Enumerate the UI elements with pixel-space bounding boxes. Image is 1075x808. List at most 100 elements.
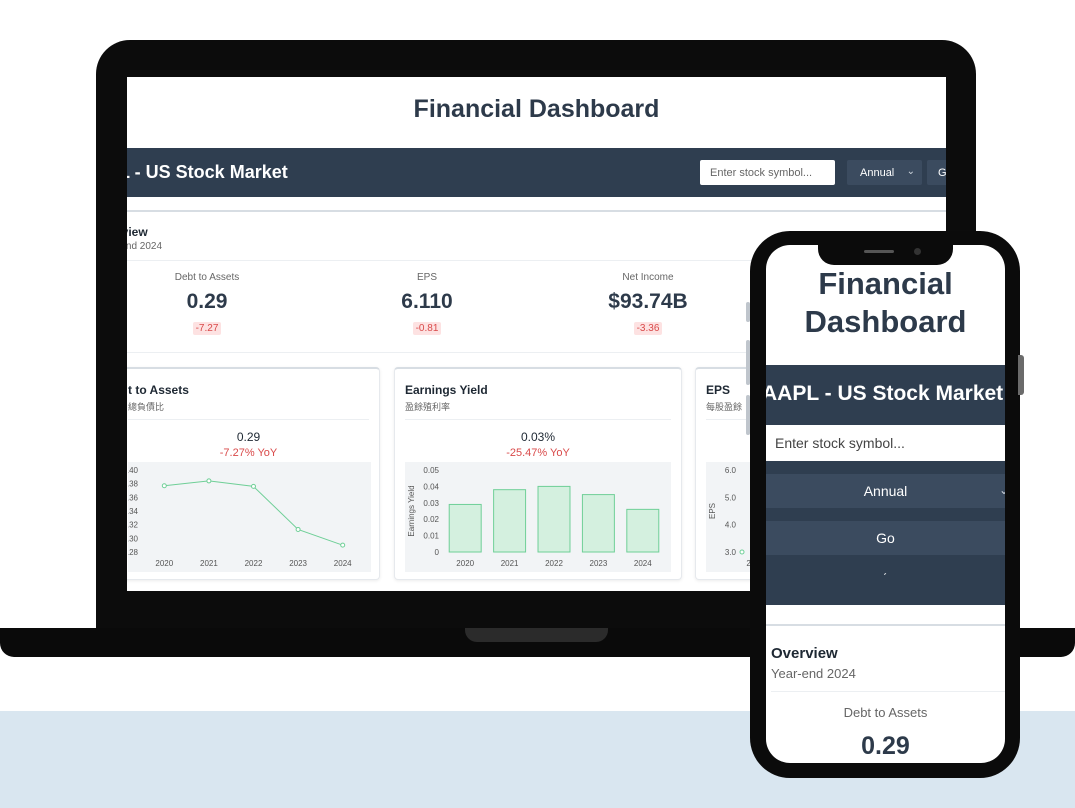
data-point (206, 478, 212, 484)
kpi-net-income: Net Income $93.74B -3.36 (558, 272, 738, 336)
y-tick-label: 0.02 (423, 515, 439, 524)
kpi-value: $93.74B (608, 290, 688, 313)
phone-go-button[interactable]: Go (766, 521, 1005, 555)
overview-subtitle: -end 2024 (127, 241, 163, 252)
phone-section-divider (766, 624, 1005, 626)
kpi-value: 6.110 (401, 290, 453, 313)
loading-spinner-icon: ˊ (883, 571, 887, 585)
laptop-notch (465, 628, 608, 642)
phone-camera (914, 248, 921, 255)
x-tick-label: 2021 (200, 559, 218, 568)
phone-side-button (1018, 355, 1024, 395)
y-tick-label: 5.0 (725, 493, 737, 502)
phone-symbol-input[interactable]: Enter stock symbol... (766, 425, 1005, 461)
kpi-value: 0.29 (186, 290, 228, 313)
go-button[interactable]: G (927, 160, 946, 185)
phone-market-title: AAPL - US Stock Market (766, 382, 1004, 405)
phone-kpi-value: 0.29 (861, 732, 910, 760)
data-point (739, 549, 745, 555)
y-tick-label: .28 (128, 548, 139, 557)
bar (537, 485, 571, 553)
phone-period-label: Annual (863, 483, 908, 499)
card-title: Earnings Yield (405, 383, 488, 397)
market-title: PL - US Stock Market (127, 162, 288, 182)
y-tick-label: .34 (128, 507, 139, 516)
section-divider (127, 210, 946, 212)
debt-to-assets-chart: .40 .38 .36 .34 .32 .30 .28 2020 2021 2022 2023 202… (128, 462, 371, 572)
chart-card-earnings-yield: Earnings Yield 盈餘殖利率 0.03% -25.47% YoY 0… (394, 367, 682, 580)
phone-overview-divider (771, 691, 1005, 692)
card-title: t to Assets (128, 383, 189, 397)
bar (448, 503, 482, 553)
data-point (295, 526, 301, 532)
card-subtitle: 盈餘殖利率 (405, 402, 451, 412)
kpi-label: EPS (416, 272, 437, 283)
card-value: 0.29 (236, 430, 261, 444)
card-divider (405, 419, 671, 420)
period-select[interactable]: Annual ⌄ (847, 160, 922, 185)
phone-kpi-label: Debt to Assets (843, 705, 928, 720)
y-tick-label: 0.03 (423, 499, 439, 508)
chevron-down-icon: ⌄ (906, 166, 915, 177)
bar (581, 494, 615, 553)
phone-page-title: Financial Dashboard (804, 266, 967, 339)
kpi-eps: EPS 6.110 -0.81 (337, 272, 517, 336)
y-tick-label: 0.05 (423, 466, 439, 475)
kpi-debt-to-assets: Debt to Assets 0.29 -7.27 (127, 272, 297, 336)
kpi-change: -0.81 (412, 322, 442, 335)
y-axis-label: EPS (708, 503, 717, 519)
header-bar: PL - US Stock Market Enter stock symbol.… (127, 148, 946, 197)
chevron-down-icon: ⌄ (998, 483, 1005, 497)
x-tick-label: 2023 (590, 559, 608, 568)
y-tick-label: .32 (128, 521, 139, 530)
y-tick-label: 4.0 (725, 521, 737, 530)
phone-speaker (864, 250, 894, 253)
data-point (251, 483, 256, 489)
x-tick-label: 2021 (501, 559, 519, 568)
symbol-input[interactable]: Enter stock symbol... (700, 160, 835, 185)
series-line (164, 480, 343, 546)
bar (626, 508, 660, 553)
y-axis-label: Earnings Yield (407, 485, 416, 536)
y-tick-label: 3.0 (725, 548, 737, 557)
page-title: Financial Dashboard (413, 95, 660, 123)
data-point (340, 542, 346, 548)
y-tick-label: .38 (128, 480, 139, 489)
device-mockup-scene: Financial Dashboard PL - US Stock Market… (0, 0, 1075, 808)
card-divider (128, 419, 369, 420)
card-subtitle: 每股盈餘 (706, 402, 743, 412)
card-value: 0.03% (520, 430, 556, 444)
phone-overview-title: Overview (771, 645, 838, 662)
overview-title: rview (127, 225, 148, 239)
phone-overview-subtitle: Year-end 2024 (771, 666, 856, 681)
x-tick-label: 2020 (155, 559, 173, 568)
y-tick-label: .36 (128, 493, 139, 502)
earnings-yield-chart: 0.05 0.04 0.03 0.02 0.01 0 Earnings Yield 2020 2… (405, 462, 671, 572)
phone-period-select[interactable]: Annual ⌄ (766, 474, 1005, 508)
card-title: EPS (706, 383, 731, 397)
kpi-label: Debt to Assets (174, 272, 240, 283)
phone-notch (818, 241, 953, 265)
y-tick-label: 6.0 (725, 466, 737, 475)
x-tick-label: 2023 (289, 559, 307, 568)
y-tick-label: 0 (435, 548, 440, 557)
card-change: -7.27% YoY (219, 447, 278, 459)
card-change: -25.47% YoY (506, 447, 570, 459)
chart-card-debt-to-assets: t to Assets 總負債比 0.29 -7.27% YoY .40 .38.… (127, 367, 380, 580)
x-tick-label: 2022 (545, 559, 563, 568)
y-tick-label: .30 (128, 534, 139, 543)
x-tick-label: 2022 (245, 559, 263, 568)
card-subtitle: 總負債比 (128, 402, 165, 412)
x-tick-label: 2020 (456, 559, 474, 568)
bar (493, 489, 527, 553)
y-tick-label: .40 (128, 466, 139, 475)
data-point (161, 483, 167, 489)
y-tick-label: 0.04 (423, 482, 439, 491)
kpi-label: Net Income (622, 272, 674, 283)
y-tick-label: 0.01 (423, 532, 439, 541)
kpi-change: -7.27 (192, 322, 222, 335)
kpi-change: -3.36 (633, 322, 663, 335)
x-tick-label: 2024 (634, 559, 652, 568)
period-select-label: Annual (860, 167, 895, 179)
x-tick-label: 2024 (334, 559, 352, 568)
